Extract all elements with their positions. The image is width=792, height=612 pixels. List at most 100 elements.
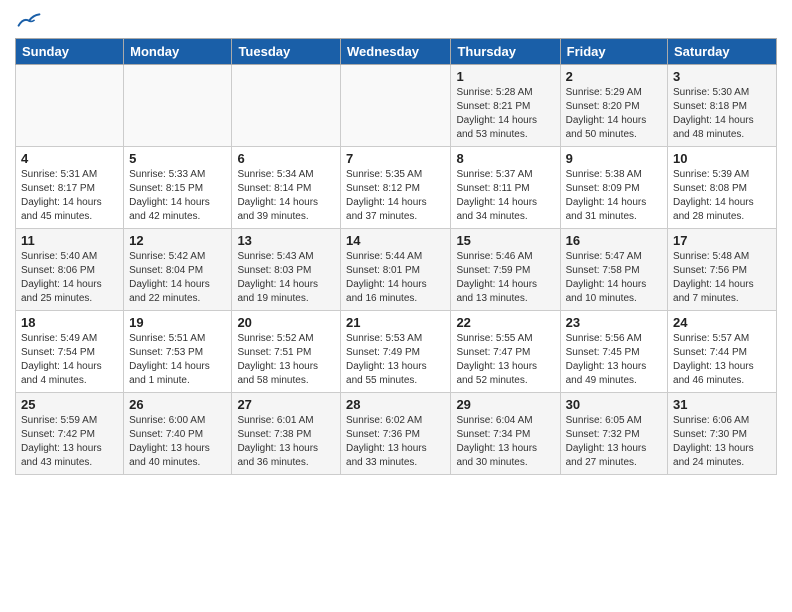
calendar-cell: 18 Sunrise: 5:49 AM Sunset: 7:54 PM Dayli… [16, 311, 124, 393]
day-info: Sunrise: 5:35 AM Sunset: 8:12 PM Dayligh… [346, 168, 445, 224]
day-number: 26 [129, 397, 226, 412]
day-info: Sunrise: 5:43 AM Sunset: 8:03 PM Dayligh… [237, 250, 335, 306]
calendar-cell: 20Sunrise: 5:52 AM Sunset: 7:51 PM Dayli… [232, 311, 341, 393]
calendar-cell: 23 Sunrise: 5:56 AM Sunset: 7:45 PM Dayli… [560, 311, 667, 393]
day-info: Sunrise: 6:02 AM Sunset: 7:36 PM Dayligh… [346, 414, 445, 470]
calendar-body: 1 Sunrise: 5:28 AM Sunset: 8:21 PM Daylig… [16, 65, 777, 475]
day-info: Sunrise: 5:47 AM Sunset: 7:58 PM Dayligh… [566, 250, 662, 306]
day-info: Sunrise: 6:00 AM Sunset: 7:40 PM Dayligh… [129, 414, 226, 470]
day-info: Sunrise: 5:49 AM Sunset: 7:54 PM Dayligh… [21, 332, 118, 388]
day-info: Sunrise: 5:57 AM Sunset: 7:44 PM Dayligh… [673, 332, 771, 388]
calendar-cell: 11 Sunrise: 5:40 AM Sunset: 8:06 PM Dayli… [16, 229, 124, 311]
day-number: 13 [237, 233, 335, 248]
day-number: 24 [673, 315, 771, 330]
header-saturday: Saturday [668, 39, 777, 65]
day-number: 10 [673, 151, 771, 166]
calendar-cell: 13 Sunrise: 5:43 AM Sunset: 8:03 PM Dayli… [232, 229, 341, 311]
day-info: Sunrise: 5:59 AM Sunset: 7:42 PM Dayligh… [21, 414, 118, 470]
day-number: 30 [566, 397, 662, 412]
calendar-cell: 22Sunrise: 5:55 AM Sunset: 7:47 PM Dayli… [451, 311, 560, 393]
calendar-cell [124, 65, 232, 147]
day-info: Sunrise: 5:44 AM Sunset: 8:01 PM Dayligh… [346, 250, 445, 306]
header-monday: Monday [124, 39, 232, 65]
day-number: 31 [673, 397, 771, 412]
calendar-cell: 14 Sunrise: 5:44 AM Sunset: 8:01 PM Dayli… [341, 229, 451, 311]
header-wednesday: Wednesday [341, 39, 451, 65]
calendar-cell: 2 Sunrise: 5:29 AM Sunset: 8:20 PM Daylig… [560, 65, 667, 147]
calendar-week-row: 1 Sunrise: 5:28 AM Sunset: 8:21 PM Daylig… [16, 65, 777, 147]
header-thursday: Thursday [451, 39, 560, 65]
day-number: 25 [21, 397, 118, 412]
header-row: SundayMondayTuesdayWednesdayThursdayFrid… [16, 39, 777, 65]
calendar-cell: 21 Sunrise: 5:53 AM Sunset: 7:49 PM Dayli… [341, 311, 451, 393]
day-number: 17 [673, 233, 771, 248]
day-info: Sunrise: 5:51 AM Sunset: 7:53 PM Dayligh… [129, 332, 226, 388]
calendar-week-row: 11 Sunrise: 5:40 AM Sunset: 8:06 PM Dayli… [16, 229, 777, 311]
calendar-cell: 3Sunrise: 5:30 AM Sunset: 8:18 PM Daylig… [668, 65, 777, 147]
day-info: Sunrise: 5:31 AM Sunset: 8:17 PM Dayligh… [21, 168, 118, 224]
calendar-cell: 16 Sunrise: 5:47 AM Sunset: 7:58 PM Dayli… [560, 229, 667, 311]
day-number: 23 [566, 315, 662, 330]
calendar-cell: 27 Sunrise: 6:01 AM Sunset: 7:38 PM Dayli… [232, 393, 341, 475]
day-info: Sunrise: 6:04 AM Sunset: 7:34 PM Dayligh… [456, 414, 554, 470]
day-info: Sunrise: 6:01 AM Sunset: 7:38 PM Dayligh… [237, 414, 335, 470]
calendar-cell: 28 Sunrise: 6:02 AM Sunset: 7:36 PM Dayli… [341, 393, 451, 475]
calendar-cell: 12 Sunrise: 5:42 AM Sunset: 8:04 PM Dayli… [124, 229, 232, 311]
day-number: 28 [346, 397, 445, 412]
day-number: 18 [21, 315, 118, 330]
day-info: Sunrise: 5:28 AM Sunset: 8:21 PM Dayligh… [456, 86, 554, 142]
calendar-cell: 19Sunrise: 5:51 AM Sunset: 7:53 PM Dayli… [124, 311, 232, 393]
day-info: Sunrise: 5:40 AM Sunset: 8:06 PM Dayligh… [21, 250, 118, 306]
calendar-cell: 25 Sunrise: 5:59 AM Sunset: 7:42 PM Dayli… [16, 393, 124, 475]
day-number: 15 [456, 233, 554, 248]
logo [15, 10, 41, 30]
calendar-week-row: 18 Sunrise: 5:49 AM Sunset: 7:54 PM Dayli… [16, 311, 777, 393]
calendar-week-row: 4Sunrise: 5:31 AM Sunset: 8:17 PM Daylig… [16, 147, 777, 229]
day-info: Sunrise: 6:06 AM Sunset: 7:30 PM Dayligh… [673, 414, 771, 470]
day-info: Sunrise: 5:38 AM Sunset: 8:09 PM Dayligh… [566, 168, 662, 224]
logo-bird-icon [17, 10, 41, 30]
calendar-cell: 8Sunrise: 5:37 AM Sunset: 8:11 PM Daylig… [451, 147, 560, 229]
day-number: 8 [456, 151, 554, 166]
day-info: Sunrise: 6:05 AM Sunset: 7:32 PM Dayligh… [566, 414, 662, 470]
calendar-cell: 29 Sunrise: 6:04 AM Sunset: 7:34 PM Dayli… [451, 393, 560, 475]
calendar-cell [232, 65, 341, 147]
calendar-cell: 10 Sunrise: 5:39 AM Sunset: 8:08 PM Dayli… [668, 147, 777, 229]
calendar-cell: 15 Sunrise: 5:46 AM Sunset: 7:59 PM Dayli… [451, 229, 560, 311]
calendar-table: SundayMondayTuesdayWednesdayThursdayFrid… [15, 38, 777, 475]
calendar-cell: 6 Sunrise: 5:34 AM Sunset: 8:14 PM Daylig… [232, 147, 341, 229]
calendar-cell: 17 Sunrise: 5:48 AM Sunset: 7:56 PM Dayli… [668, 229, 777, 311]
day-number: 11 [21, 233, 118, 248]
day-number: 20 [237, 315, 335, 330]
day-number: 12 [129, 233, 226, 248]
day-number: 21 [346, 315, 445, 330]
calendar-week-row: 25 Sunrise: 5:59 AM Sunset: 7:42 PM Dayli… [16, 393, 777, 475]
day-number: 5 [129, 151, 226, 166]
day-info: Sunrise: 5:48 AM Sunset: 7:56 PM Dayligh… [673, 250, 771, 306]
day-info: Sunrise: 5:56 AM Sunset: 7:45 PM Dayligh… [566, 332, 662, 388]
day-number: 14 [346, 233, 445, 248]
header [15, 10, 777, 30]
calendar-cell: 30 Sunrise: 6:05 AM Sunset: 7:32 PM Dayli… [560, 393, 667, 475]
day-info: Sunrise: 5:42 AM Sunset: 8:04 PM Dayligh… [129, 250, 226, 306]
day-info: Sunrise: 5:39 AM Sunset: 8:08 PM Dayligh… [673, 168, 771, 224]
day-number: 6 [237, 151, 335, 166]
calendar-cell [16, 65, 124, 147]
day-number: 29 [456, 397, 554, 412]
day-info: Sunrise: 5:53 AM Sunset: 7:49 PM Dayligh… [346, 332, 445, 388]
calendar-cell: 9Sunrise: 5:38 AM Sunset: 8:09 PM Daylig… [560, 147, 667, 229]
day-number: 7 [346, 151, 445, 166]
calendar-cell [341, 65, 451, 147]
header-sunday: Sunday [16, 39, 124, 65]
day-number: 1 [456, 69, 554, 84]
calendar-cell: 1 Sunrise: 5:28 AM Sunset: 8:21 PM Daylig… [451, 65, 560, 147]
day-info: Sunrise: 5:30 AM Sunset: 8:18 PM Dayligh… [673, 86, 771, 142]
day-number: 2 [566, 69, 662, 84]
day-number: 27 [237, 397, 335, 412]
day-info: Sunrise: 5:46 AM Sunset: 7:59 PM Dayligh… [456, 250, 554, 306]
day-info: Sunrise: 5:29 AM Sunset: 8:20 PM Dayligh… [566, 86, 662, 142]
calendar-cell: 31 Sunrise: 6:06 AM Sunset: 7:30 PM Dayli… [668, 393, 777, 475]
header-tuesday: Tuesday [232, 39, 341, 65]
day-number: 16 [566, 233, 662, 248]
day-info: Sunrise: 5:34 AM Sunset: 8:14 PM Dayligh… [237, 168, 335, 224]
